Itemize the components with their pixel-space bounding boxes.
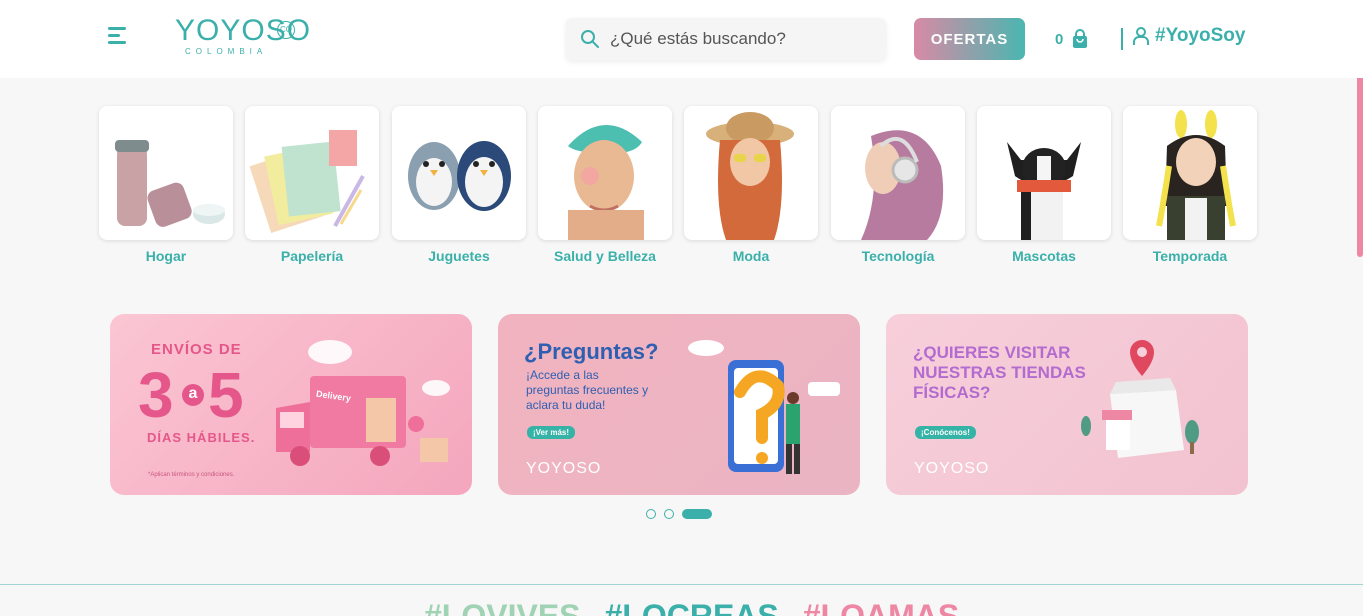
category-hogar[interactable]: Hogar (99, 106, 233, 264)
faq-banner[interactable]: ¿Preguntas? ¡Accede a las preguntas frec… (498, 314, 860, 495)
account-link[interactable]: #YoyoSoy (1133, 25, 1245, 47)
yoyoso-logo[interactable]: YOYOSO CO COLOMBIA (175, 15, 310, 61)
stores-brand-mark: YOYOSO (914, 460, 990, 477)
cart-count: 0 (1055, 30, 1064, 48)
faq-body-line2: preguntas frecuentes y (526, 383, 649, 397)
category-tecnologia[interactable]: Tecnología (831, 106, 965, 264)
header-divider (1121, 28, 1123, 50)
search-icon[interactable] (580, 29, 600, 49)
category-label: Moda (732, 248, 770, 264)
hamburger-menu-icon[interactable] (108, 27, 128, 45)
logo-subtitle: COLOMBIA (185, 47, 268, 56)
section-divider (0, 584, 1363, 585)
faq-title: ¿Preguntas? (524, 339, 659, 364)
category-papeleria[interactable]: Papelería (245, 106, 379, 264)
carousel-dots (646, 509, 712, 519)
category-label: Hogar (145, 248, 187, 264)
carousel-dot-3[interactable] (682, 509, 712, 519)
bunny-ears-woman-image (1123, 106, 1257, 240)
category-label: Mascotas (1012, 248, 1076, 264)
hashtag-loamas: #LOAMAS (802, 598, 960, 616)
category-label: Juguetes (428, 248, 490, 264)
category-moda[interactable]: Moda (684, 106, 818, 264)
logo-country-badge: CO (277, 21, 295, 39)
hashtag-banner: #LOVIVES #LOCREAS #LOAMAS (424, 598, 959, 616)
shipping-line1: ENVÍOS DE (151, 341, 242, 358)
carousel-dot-2[interactable] (664, 509, 674, 519)
carousel-dot-1[interactable] (646, 509, 656, 519)
store-location-icon (1081, 340, 1199, 458)
faq-brand-mark: YOYOSO (526, 460, 602, 477)
penguin-plush-image (392, 106, 526, 240)
stores-title-line3: FÍSICAS? (913, 383, 991, 402)
stores-title-line1: ¿QUIERES VISITAR (913, 343, 1071, 362)
shopping-bag-icon (1073, 29, 1088, 48)
shipping-banner[interactable]: ENVÍOS DE 3 a 5 DÍAS HÁBILES. *Aplican t… (110, 314, 472, 495)
category-grid: Hogar Papelería Juguetes Salud y Belleza… (99, 106, 1259, 266)
delivery-truck-icon (276, 340, 450, 466)
faq-body-line3: aclara tu duda! (526, 398, 606, 412)
category-label: Papelería (280, 248, 344, 264)
faq-body-line1: ¡Accede a las (526, 368, 599, 382)
shipping-days-to: 5 (208, 359, 244, 431)
hat-woman-image (684, 106, 818, 240)
category-label: Salud y Belleza (554, 248, 656, 264)
faq-cta-button[interactable]: ¡Ver más! (527, 426, 576, 439)
shipping-days-from: 3 (138, 359, 174, 431)
category-juguetes[interactable]: Juguetes (392, 106, 526, 264)
offers-button[interactable]: OFERTAS (914, 18, 1025, 60)
category-label: Tecnología (861, 248, 935, 264)
site-header: YOYOSO CO COLOMBIA OFERTAS 0 #YoyoSoy (0, 0, 1363, 78)
search-input[interactable] (610, 26, 870, 52)
hashtag-locreas: #LOCREAS (604, 598, 779, 616)
shipping-line2: DÍAS HÁBILES. (147, 430, 256, 445)
headphones-woman-image (831, 106, 965, 240)
shipping-terms-note: *Aplican términos y condiciones. (148, 472, 235, 478)
category-mascotas[interactable]: Mascotas (977, 106, 1111, 264)
stores-title-line2: NUESTRAS TIENDAS (913, 363, 1086, 382)
dog-image (977, 106, 1111, 240)
hashtag-lovives: #LOVIVES (424, 598, 581, 616)
thermos-image (99, 106, 233, 240)
category-salud-belleza[interactable]: Salud y Belleza (538, 106, 672, 264)
stationery-image (245, 106, 379, 240)
shipping-days-connector: a (182, 384, 204, 406)
skincare-woman-image (538, 106, 672, 240)
user-icon (1133, 27, 1149, 45)
category-temporada[interactable]: Temporada (1123, 106, 1257, 264)
category-label: Temporada (1152, 248, 1228, 264)
search-bar (566, 18, 886, 60)
stores-banner[interactable]: ¿QUIERES VISITAR NUESTRAS TIENDAS FÍSICA… (886, 314, 1248, 495)
stores-cta-button[interactable]: ¡Conócenos! (915, 426, 976, 439)
question-phone-icon (688, 340, 840, 474)
cart-button[interactable]: 0 (1055, 27, 1089, 51)
account-label: #YoyoSoy (1155, 25, 1246, 46)
